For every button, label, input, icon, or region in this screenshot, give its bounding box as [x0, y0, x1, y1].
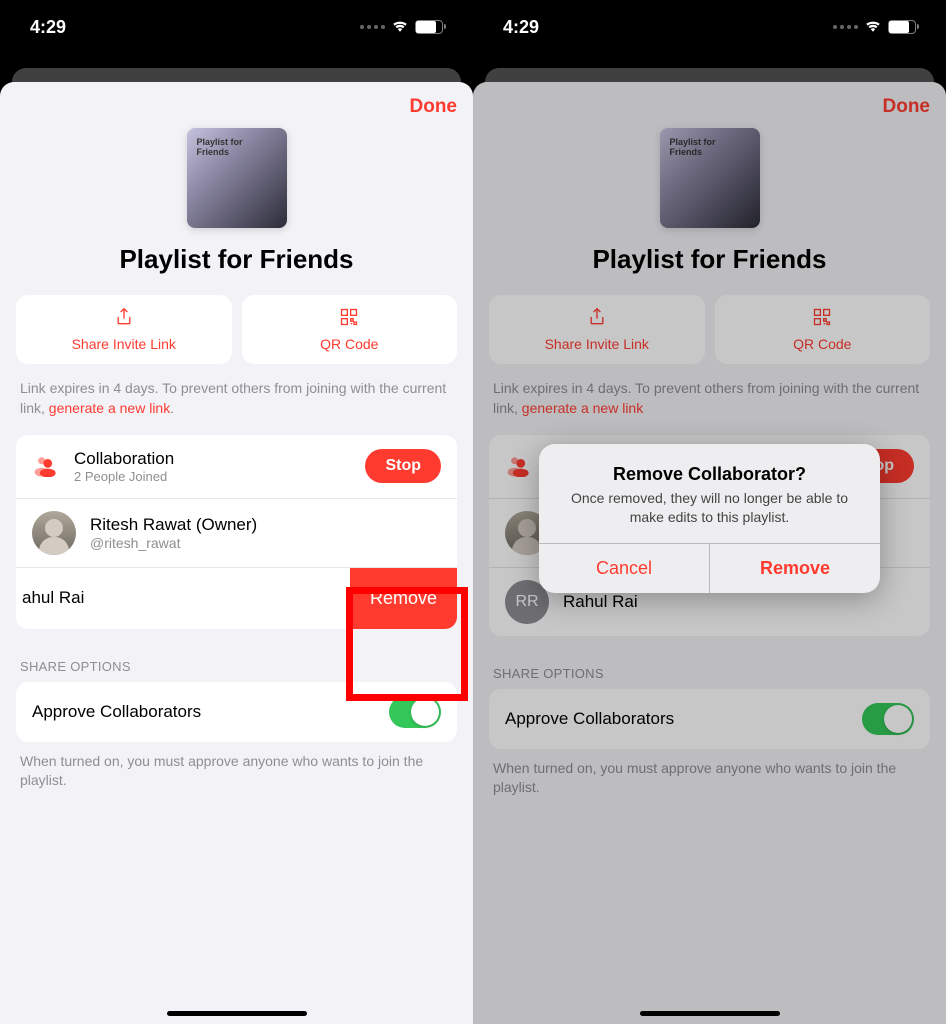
- status-time: 4:29: [503, 17, 539, 38]
- alert-message: Once removed, they will no longer be abl…: [557, 489, 862, 527]
- collab-sub: 2 People Joined: [74, 469, 365, 484]
- status-time: 4:29: [30, 17, 66, 38]
- sheet: Done Playlist forFriends Playlist for Fr…: [0, 82, 473, 1024]
- phone-left: 4:29 Done Playlist forFriends Playlist f…: [0, 0, 473, 1024]
- approve-description: When turned on, you must approve anyone …: [16, 752, 457, 791]
- share-invite-button[interactable]: Share Invite Link: [16, 295, 232, 364]
- qr-icon: [339, 307, 359, 330]
- approve-collaborators-row: Approve Collaborators: [16, 682, 457, 742]
- share-options-header: SHARE OPTIONS: [20, 659, 453, 674]
- battery-icon: [888, 20, 916, 34]
- qr-label: QR Code: [320, 336, 378, 352]
- collab-title: Collaboration: [74, 449, 365, 469]
- wifi-icon: [864, 18, 882, 37]
- owner-handle: @ritesh_rawat: [90, 535, 441, 551]
- phone-right: 4:29 Done Playlist forFriends Playlist f…: [473, 0, 946, 1024]
- artwork-label: Playlist forFriends: [197, 138, 243, 158]
- status-bar: 4:29: [0, 0, 473, 54]
- owner-row: Ritesh Rawat (Owner) @ritesh_rawat: [16, 499, 457, 567]
- status-bar: 4:29: [473, 0, 946, 54]
- approve-toggle[interactable]: [389, 696, 441, 728]
- battery-icon: [415, 20, 443, 34]
- link-expiry-info: Link expires in 4 days. To prevent other…: [16, 378, 457, 419]
- member-name: ahul Rai: [16, 588, 84, 608]
- generate-link[interactable]: generate a new link: [49, 400, 170, 416]
- avatar: [32, 511, 76, 555]
- approve-label: Approve Collaborators: [32, 702, 201, 722]
- alert-title: Remove Collaborator?: [557, 464, 862, 485]
- share-label: Share Invite Link: [72, 336, 176, 352]
- signal-dots-icon: [833, 25, 858, 29]
- status-icons: [360, 18, 443, 37]
- remove-collaborator-alert: Remove Collaborator? Once removed, they …: [539, 444, 880, 593]
- status-icons: [833, 18, 916, 37]
- home-indicator[interactable]: [167, 1011, 307, 1016]
- playlist-title: Playlist for Friends: [16, 244, 457, 275]
- owner-name: Ritesh Rawat (Owner): [90, 515, 441, 535]
- stop-button[interactable]: Stop: [365, 449, 441, 483]
- people-icon: [32, 455, 66, 477]
- collaboration-card: Collaboration 2 People Joined Stop Rites…: [16, 435, 457, 629]
- share-icon: [114, 307, 134, 330]
- remove-swipe-button[interactable]: Remove: [350, 568, 457, 629]
- member-row-swiped[interactable]: ahul Rai Remove: [16, 567, 457, 629]
- alert-remove-button[interactable]: Remove: [709, 544, 880, 593]
- wifi-icon: [391, 18, 409, 37]
- action-button-row: Share Invite Link QR Code: [16, 295, 457, 364]
- signal-dots-icon: [360, 25, 385, 29]
- playlist-artwork: Playlist forFriends: [187, 128, 287, 228]
- collaboration-row: Collaboration 2 People Joined Stop: [16, 435, 457, 499]
- qr-code-button[interactable]: QR Code: [242, 295, 458, 364]
- alert-cancel-button[interactable]: Cancel: [539, 544, 709, 593]
- done-button[interactable]: Done: [410, 96, 458, 118]
